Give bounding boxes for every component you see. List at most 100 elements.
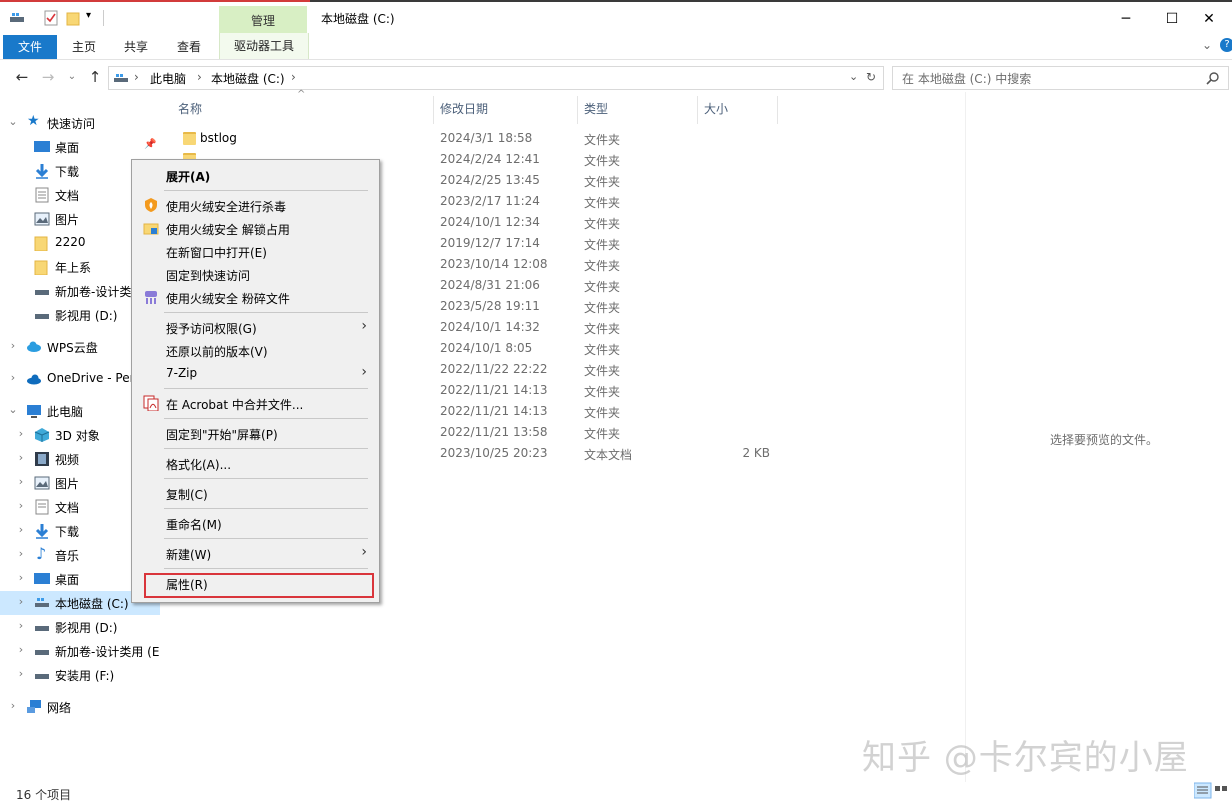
properties-quick-icon[interactable] — [44, 10, 58, 26]
search-icon[interactable] — [1206, 71, 1220, 85]
menu-huorong-unlock[interactable]: 使用火绒安全 解锁占用 — [134, 217, 377, 239]
tab-share[interactable]: 共享 — [124, 35, 148, 59]
drive-icon — [114, 74, 128, 82]
column-divider[interactable] — [697, 96, 698, 124]
cloud-icon — [27, 341, 41, 352]
drive-icon — [35, 598, 49, 607]
chevron-right-icon[interactable]: › — [15, 523, 27, 536]
menu-grant-access[interactable]: 授予访问权限(G) › — [134, 316, 377, 338]
menu-separator — [164, 478, 368, 479]
nav-drive-e[interactable]: › 新加卷-设计类用 (E — [0, 639, 160, 663]
close-button[interactable]: ✕ — [1186, 4, 1232, 34]
menu-huorong-shred[interactable]: 使用火绒安全 粉碎文件 — [134, 286, 377, 308]
customize-qa-icon[interactable]: ▾ — [86, 10, 91, 26]
chevron-right-icon[interactable]: › — [15, 667, 27, 680]
drive-icon — [35, 626, 49, 631]
tab-home[interactable]: 主页 — [72, 35, 96, 59]
menu-separator — [164, 312, 368, 313]
column-divider[interactable] — [433, 96, 434, 124]
menu-new[interactable]: 新建(W) › — [134, 542, 377, 564]
breadcrumb-local-disk[interactable]: 本地磁盘 (C:) — [211, 70, 285, 87]
properties-highlight-box — [144, 573, 374, 598]
forward-button[interactable]: → — [38, 67, 58, 87]
new-folder-quick-icon[interactable] — [66, 10, 80, 26]
drive-icon — [35, 674, 49, 679]
up-button[interactable]: ↑ — [85, 67, 105, 87]
drive-icon — [35, 314, 49, 319]
tab-view[interactable]: 查看 — [177, 35, 201, 59]
menu-open-new-window[interactable]: 在新窗口中打开(E) — [134, 240, 377, 262]
preview-divider — [965, 92, 966, 782]
manage-tab[interactable]: 管理 — [219, 6, 307, 36]
sort-ascending-icon: ^ — [297, 89, 306, 100]
breadcrumb-chevron-icon[interactable]: › — [291, 70, 296, 84]
menu-7zip[interactable]: 7-Zip › — [134, 362, 377, 384]
chevron-right-icon[interactable]: › — [15, 619, 27, 632]
column-divider[interactable] — [777, 96, 778, 124]
chevron-right-icon[interactable]: › — [15, 475, 27, 488]
recent-dropdown-icon[interactable]: ⌄ — [62, 67, 82, 87]
chevron-down-icon[interactable]: ⌄ — [7, 403, 19, 416]
menu-expand[interactable]: 展开(A) — [134, 164, 377, 186]
network-icon — [27, 700, 41, 713]
breadcrumb-this-pc[interactable]: 此电脑 — [150, 70, 186, 87]
file-row[interactable]: bstlog 2024/3/1 18:58 文件夹 — [160, 129, 965, 150]
chevron-right-icon[interactable]: › — [15, 571, 27, 584]
picture-icon — [34, 212, 50, 226]
chevron-right-icon[interactable]: › — [15, 643, 27, 656]
column-type[interactable]: 类型 — [584, 100, 608, 124]
download-icon — [35, 164, 49, 179]
minimize-button[interactable]: ─ — [1103, 4, 1149, 34]
chevron-right-icon[interactable]: › — [15, 451, 27, 464]
column-size[interactable]: 大小 — [704, 100, 728, 124]
menu-format[interactable]: 格式化(A)... — [134, 452, 377, 474]
chevron-right-icon[interactable]: › — [15, 595, 27, 608]
chevron-right-icon[interactable]: › — [7, 699, 19, 712]
nav-drive-d[interactable]: › 影视用 (D:) — [0, 615, 160, 639]
column-divider[interactable] — [577, 96, 578, 124]
folder-lock-icon — [143, 223, 159, 235]
menu-separator — [164, 508, 368, 509]
chevron-down-icon[interactable]: ⌄ — [7, 115, 19, 128]
refresh-icon[interactable]: ↻ — [866, 70, 876, 84]
nav-network[interactable]: › 网络 — [0, 695, 160, 719]
menu-separator — [164, 538, 368, 539]
view-mode-icons[interactable] — [1194, 781, 1232, 801]
chevron-right-icon[interactable]: › — [15, 427, 27, 440]
help-icon[interactable]: ? — [1220, 38, 1232, 52]
pin-icon[interactable]: 📌 — [144, 139, 156, 150]
menu-separator — [164, 190, 368, 191]
column-date[interactable]: 修改日期 — [440, 100, 488, 124]
menu-pin-quick-access[interactable]: 固定到快速访问 — [134, 263, 377, 285]
onedrive-icon — [27, 374, 41, 385]
search-input[interactable]: 在 本地磁盘 (C:) 中搜索 — [892, 66, 1229, 90]
item-count: 16 个项目 — [16, 788, 72, 802]
back-button[interactable]: ← — [12, 67, 32, 87]
address-dropdown-icon[interactable]: ⌄ — [849, 70, 858, 83]
ribbon-expand-icon[interactable]: ⌄ — [1202, 38, 1212, 52]
chevron-right-icon[interactable]: › — [7, 371, 19, 384]
chevron-right-icon[interactable]: › — [15, 499, 27, 512]
menu-acrobat-combine[interactable]: 在 Acrobat 中合并文件... — [134, 392, 377, 414]
chevron-right-icon[interactable]: › — [7, 339, 19, 352]
menu-restore-versions[interactable]: 还原以前的版本(V) — [134, 339, 377, 361]
address-bar[interactable]: › 此电脑 › 本地磁盘 (C:) › ⌄ ↻ — [108, 66, 884, 90]
menu-pin-start[interactable]: 固定到"开始"屏幕(P) — [134, 422, 377, 444]
menu-copy[interactable]: 复制(C) — [134, 482, 377, 504]
nav-desktop[interactable]: 桌面 📌 — [0, 135, 160, 159]
tab-drive-tools[interactable]: 驱动器工具 — [219, 33, 309, 59]
nav-quick-access[interactable]: ⌄ ★ 快速访问 — [0, 111, 160, 135]
column-name[interactable]: 名称 — [178, 100, 202, 124]
breadcrumb-chevron-icon[interactable]: › — [134, 70, 139, 84]
chevron-right-icon[interactable]: › — [15, 547, 27, 560]
menu-huorong-scan[interactable]: 使用火绒安全进行杀毒 — [134, 194, 377, 216]
menu-rename[interactable]: 重命名(M) — [134, 512, 377, 534]
folder-icon — [34, 260, 48, 275]
nav-drive-f[interactable]: › 安装用 (F:) — [0, 663, 160, 687]
desktop-icon — [34, 141, 50, 152]
tab-file[interactable]: 文件 — [3, 35, 57, 59]
music-icon: ♪ — [36, 544, 47, 563]
drive-icon[interactable] — [9, 10, 25, 26]
title-bar: ▾ 管理 本地磁盘 (C:) ─ ☐ ✕ — [0, 2, 1232, 36]
breadcrumb-chevron-icon[interactable]: › — [197, 70, 202, 84]
